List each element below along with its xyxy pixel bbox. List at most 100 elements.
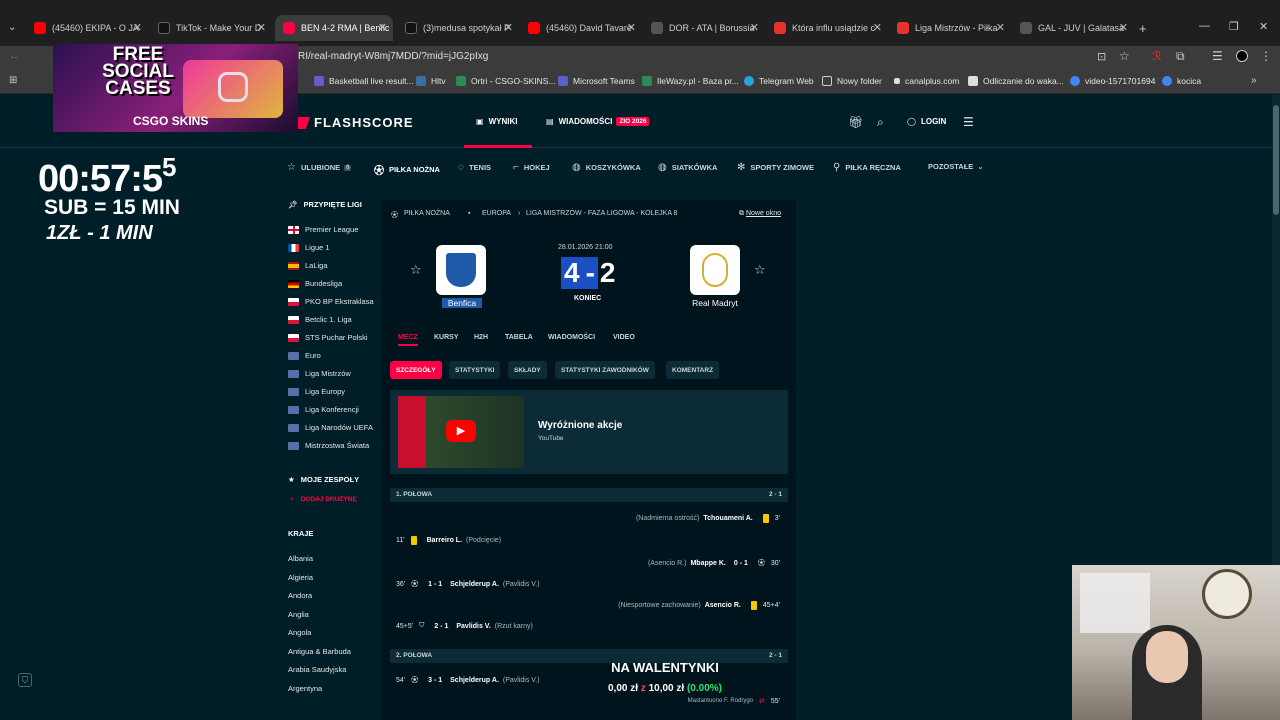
bookmark[interactable]: Odliczanie do waka... — [968, 76, 1064, 86]
sport-football[interactable]: ⚽︎ PIŁKA NOŻNA — [374, 162, 440, 177]
subtab-player-stats[interactable]: STATYSTYKI ZAWODNIKÓW — [555, 361, 655, 379]
sport-basketball[interactable]: ◍ KOSZYKÓWKA — [572, 162, 641, 173]
sport-handball[interactable]: ⚲ PIŁKA RĘCZNA — [833, 162, 901, 173]
tab-list-icon[interactable]: ⌄ — [8, 22, 16, 33]
country-item[interactable]: Antigua & Barbuda — [288, 647, 351, 656]
close-icon[interactable]: ✕ — [996, 21, 1005, 34]
league-puchar-polski[interactable]: STS Puchar Polski — [288, 333, 368, 342]
browser-tab[interactable]: Liga Mistrzów - Piłka ✕ — [889, 15, 1011, 41]
favorite-home-star-icon[interactable]: ☆ — [410, 262, 422, 278]
benfica-logo[interactable] — [436, 245, 486, 295]
sport-volleyball[interactable]: ◍ SIATKÓWKA — [658, 162, 717, 173]
favorite-away-star-icon[interactable]: ☆ — [754, 262, 766, 278]
close-icon[interactable]: ✕ — [504, 21, 513, 34]
back-icon[interactable]: ← — [9, 50, 20, 62]
tab-news[interactable]: WIADOMOŚCI — [548, 334, 595, 341]
login-button[interactable]: ◯ LOGIN — [907, 117, 946, 126]
bookmark[interactable]: Microsoft Teams — [558, 76, 635, 86]
country-item[interactable]: Albania — [288, 554, 313, 563]
league-euro[interactable]: Euro — [288, 351, 321, 360]
league-ekstraklasa[interactable]: PKO BP Ekstraklasa — [288, 297, 374, 306]
bookmark[interactable]: Nowy folder — [822, 76, 882, 86]
close-icon[interactable]: ✕ — [1119, 21, 1128, 34]
bookmark[interactable]: Hltv — [416, 76, 446, 86]
close-icon[interactable]: ✕ — [133, 21, 142, 34]
close-icon[interactable]: ✕ — [378, 21, 387, 34]
league-world-cup[interactable]: Mistrzostwa Świata — [288, 441, 369, 450]
browser-tab[interactable]: (3)medusa spotykał P ✕ — [397, 15, 519, 41]
gift-icon[interactable]: 🎁︎ — [848, 115, 863, 129]
event-player[interactable]: Tchouameni A. — [703, 515, 752, 522]
extensions-icon[interactable]: ⧉ — [1176, 49, 1185, 64]
browser-tab[interactable]: (45460) EKIPA - O JA ✕ — [26, 15, 148, 41]
country-item[interactable]: Anglia — [288, 610, 309, 619]
menu-icon[interactable]: ⋮ — [1260, 49, 1272, 63]
subtab-details[interactable]: SZCZEGÓŁY — [390, 361, 442, 379]
hamburger-menu-icon[interactable]: ☰ — [963, 115, 974, 129]
subtab-commentary[interactable]: KOMENTARZ — [666, 361, 720, 379]
league-1-liga[interactable]: Betclic 1. Liga — [288, 315, 352, 324]
restore-icon[interactable]: ❐ — [1229, 20, 1239, 33]
close-icon[interactable]: ✕ — [257, 21, 266, 34]
real-madrid-logo[interactable] — [690, 245, 740, 295]
apps-icon[interactable]: ⊞ — [9, 75, 17, 86]
country-item[interactable]: Arabia Saudyjska — [288, 665, 346, 674]
breadcrumb-league[interactable]: LIGA MISTRZÓW - FAZA LIGOWA - KOLEJKA 8 — [526, 210, 677, 217]
country-item[interactable]: Angola — [288, 628, 311, 637]
event-player[interactable]: Mbappe K. — [690, 560, 725, 567]
country-item[interactable]: Argentyna — [288, 684, 322, 693]
more-bookmarks-icon[interactable]: » — [1251, 75, 1257, 86]
tab-h2h[interactable]: H2H — [474, 334, 488, 341]
browser-tab[interactable]: Która influ usiądzie c ✕ — [766, 15, 888, 41]
bookmark[interactable]: kocica — [1162, 76, 1201, 86]
tab-odds[interactable]: KURSY — [434, 334, 459, 341]
breadcrumb-region[interactable]: EUROPA — [482, 210, 511, 217]
close-icon[interactable]: ✕ — [627, 21, 636, 34]
sport-winter[interactable]: ✻ SPORTY ZIMOWE — [737, 162, 814, 173]
sport-other[interactable]: POZOSTAŁE ⌄ — [928, 162, 984, 171]
home-team-name[interactable]: Benfica — [442, 298, 482, 308]
new-window-link[interactable]: ⧉ Nowe okno — [739, 210, 781, 218]
nav-news[interactable]: ▤ WIADOMOŚCI ZIO 2026 — [546, 117, 650, 126]
bookmark[interactable]: Ortri - CSGO-SKINS... — [456, 76, 556, 86]
event-player[interactable]: Schjelderup A. — [450, 677, 499, 684]
league-champions-league[interactable]: Liga Mistrzów — [288, 369, 351, 378]
highlights-title[interactable]: Wyróżnione akcje — [538, 420, 622, 431]
close-icon[interactable]: ✕ — [873, 21, 882, 34]
tab-match[interactable]: MECZ — [398, 334, 418, 341]
highlights-card[interactable]: ▶ Wyróżnione akcje YouTube — [390, 390, 788, 474]
flashscore-logo[interactable]: FLASHSCORE — [293, 115, 414, 130]
country-item[interactable]: Andora — [288, 591, 312, 600]
browser-tab[interactable]: TikTok - Make Your D ✕ — [150, 15, 272, 41]
subtab-lineups[interactable]: SKŁADY — [508, 361, 547, 379]
extension-icon[interactable]: ℛ — [1152, 49, 1162, 63]
event-player[interactable]: Schjelderup A. — [450, 581, 499, 588]
sport-favorites[interactable]: ☆ ULUBIONE 0 — [287, 162, 352, 173]
league-nations-league[interactable]: Liga Narodów UEFA — [288, 423, 373, 432]
play-icon[interactable]: ▶ — [446, 420, 476, 442]
url-text[interactable]: RI/real-madryt-W8mj7MDD/?mid=jJG2pIxg — [298, 51, 488, 62]
shield-icon[interactable]: ⛉ — [18, 673, 32, 687]
league-conference-league[interactable]: Liga Konferencji — [288, 405, 359, 414]
new-tab-icon[interactable]: + — [1139, 21, 1147, 36]
sport-tennis[interactable]: ◌ TENIS — [458, 162, 491, 173]
away-team-name[interactable]: Real Madryt — [680, 298, 750, 308]
video-thumbnail[interactable]: ▶ — [398, 396, 524, 468]
breadcrumb-sport[interactable]: PIŁKA NOŻNA — [404, 210, 450, 217]
bookmark[interactable]: IleWazy.pl - Baza pr... — [642, 76, 739, 86]
browser-tab[interactable]: GAL - JUV | Galatasa ✕ — [1012, 15, 1134, 41]
league-bundesliga[interactable]: Bundesliga — [288, 279, 342, 288]
search-icon[interactable]: ⌕ — [877, 115, 884, 130]
league-laliga[interactable]: LaLiga — [288, 261, 328, 270]
tab-video[interactable]: VIDEO — [613, 334, 635, 341]
scrollbar-thumb[interactable] — [1273, 105, 1279, 215]
sidebar-icon[interactable]: ☰ — [1212, 49, 1223, 63]
close-icon[interactable]: ✕ — [750, 21, 759, 34]
event-player[interactable]: Barreiro L. — [427, 537, 462, 544]
bookmark[interactable]: Telegram Web — [744, 76, 814, 86]
subtab-stats[interactable]: STATYSTYKI — [449, 361, 501, 379]
bookmark[interactable]: video-1571701694 — [1070, 76, 1155, 86]
browser-tab[interactable]: (45460) David Tavare ✕ — [520, 15, 642, 41]
nav-results[interactable]: ▣ WYNIKI — [476, 117, 517, 126]
tab-table[interactable]: TABELA — [505, 334, 533, 341]
